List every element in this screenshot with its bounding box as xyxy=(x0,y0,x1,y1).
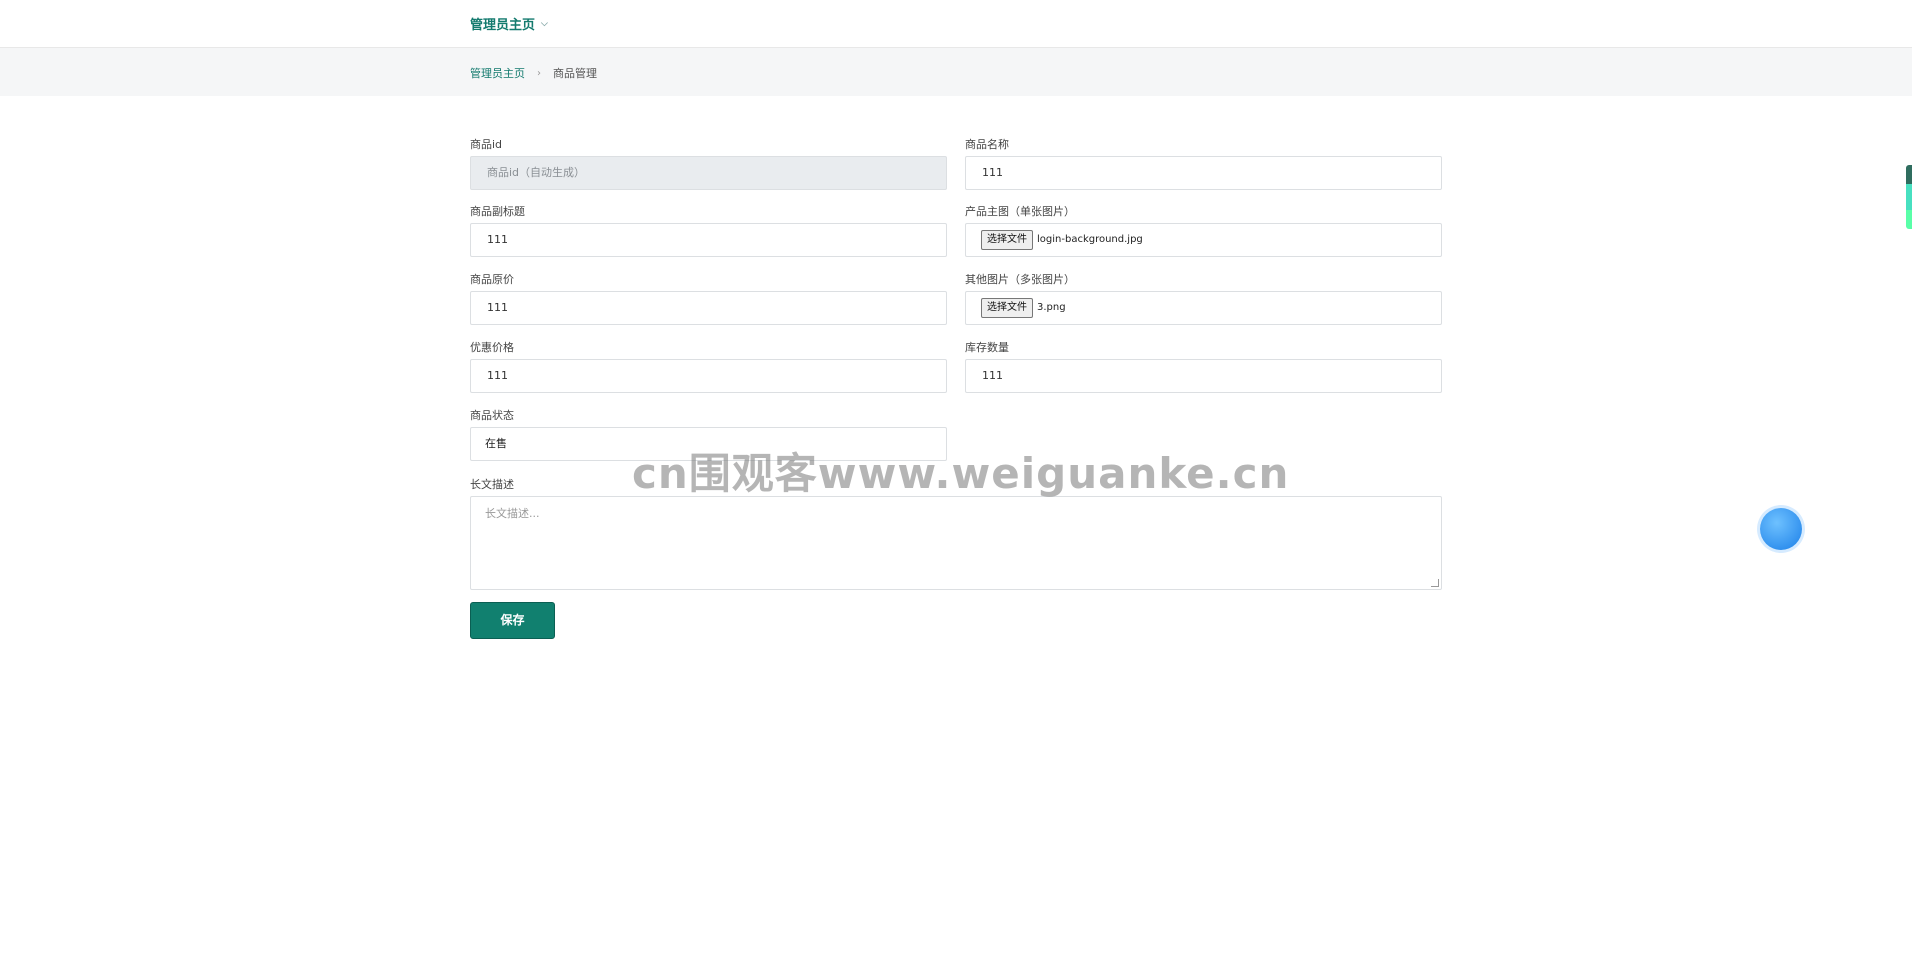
main-image-choose-button[interactable]: 选择文件 xyxy=(981,230,1033,250)
side-scroll-indicator[interactable] xyxy=(1906,165,1912,229)
admin-home-title: 管理员主页 xyxy=(470,18,536,33)
floating-assistant-icon[interactable] xyxy=(1760,508,1802,550)
stock-field: 库存数量 111 xyxy=(965,339,1442,393)
status-field: 商品状态 在售 xyxy=(470,407,947,461)
product-name-label: 商品名称 xyxy=(965,138,1009,151)
breadcrumb-bar: 管理员主页 › 商品管理 xyxy=(0,48,1912,96)
stock-input[interactable]: 111 xyxy=(965,359,1442,393)
original-price-label: 商品原价 xyxy=(470,273,514,286)
save-button[interactable]: 保存 xyxy=(470,602,555,639)
original-price-input[interactable]: 111 xyxy=(470,291,947,325)
breadcrumb-current: 商品管理 xyxy=(553,67,597,80)
description-placeholder: 长文描述... xyxy=(485,507,540,520)
main-image-file-input[interactable]: 选择文件 login-background.jpg xyxy=(965,223,1442,257)
breadcrumb: 管理员主页 › 商品管理 xyxy=(470,65,597,81)
main-image-field: 产品主图（单张图片） 选择文件 login-background.jpg xyxy=(965,203,1442,257)
top-navbar: 管理员主页 ⌵ xyxy=(0,0,1912,48)
discount-price-input[interactable]: 111 xyxy=(470,359,947,393)
other-images-filename: 3.png xyxy=(1037,302,1066,313)
discount-price-label: 优惠价格 xyxy=(470,341,514,354)
main-image-label: 产品主图（单张图片） xyxy=(965,205,1075,218)
product-name-field: 商品名称 111 xyxy=(965,136,1442,190)
chevron-down-icon: ⌵ xyxy=(541,18,548,29)
original-price-field: 商品原价 111 xyxy=(470,271,947,325)
admin-home-menu[interactable]: 管理员主页 ⌵ xyxy=(470,14,548,33)
product-id-field: 商品id 商品id（自动生成） xyxy=(470,136,947,190)
subtitle-label: 商品副标题 xyxy=(470,205,525,218)
other-images-file-input[interactable]: 选择文件 3.png xyxy=(965,291,1442,325)
subtitle-field: 商品副标题 111 xyxy=(470,203,947,257)
other-images-field: 其他图片（多张图片） 选择文件 3.png xyxy=(965,271,1442,325)
breadcrumb-separator-icon: › xyxy=(537,67,541,79)
product-id-label: 商品id xyxy=(470,138,503,151)
resize-grip-icon[interactable] xyxy=(1431,579,1439,587)
description-textarea[interactable]: 长文描述... xyxy=(470,496,1442,590)
main-image-filename: login-background.jpg xyxy=(1037,234,1143,245)
status-label: 商品状态 xyxy=(470,409,514,422)
subtitle-input[interactable]: 111 xyxy=(470,223,947,257)
breadcrumb-home-link[interactable]: 管理员主页 xyxy=(470,65,525,81)
other-images-choose-button[interactable]: 选择文件 xyxy=(981,298,1033,318)
description-label: 长文描述 xyxy=(470,478,514,491)
product-name-input[interactable]: 111 xyxy=(965,156,1442,190)
other-images-label: 其他图片（多张图片） xyxy=(965,273,1075,286)
discount-price-field: 优惠价格 111 xyxy=(470,339,947,393)
watermark-text: cn围观客www.weiguanke.cn xyxy=(632,449,1290,498)
stock-label: 库存数量 xyxy=(965,341,1009,354)
product-id-input: 商品id（自动生成） xyxy=(470,156,947,190)
